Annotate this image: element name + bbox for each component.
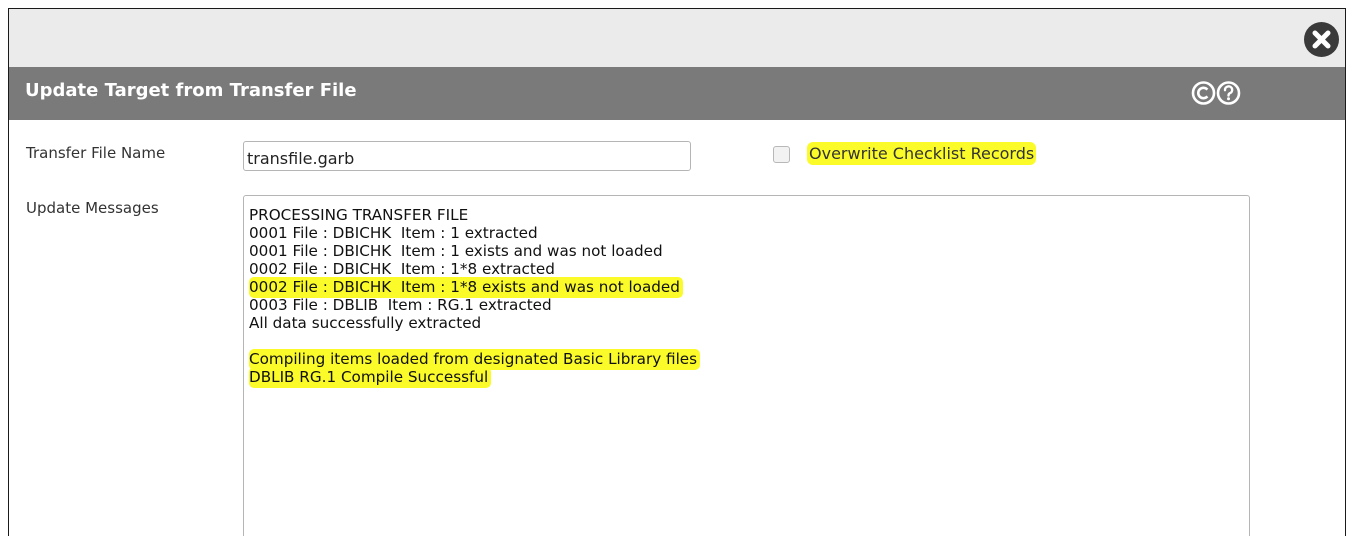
message-line-text: 0002 File : DBICHK Item : 1*8 extracted	[249, 260, 555, 278]
copyright-icon[interactable]	[1191, 80, 1216, 106]
transfer-file-name-label: Transfer File Name	[26, 144, 166, 162]
close-icon[interactable]	[1304, 22, 1339, 57]
message-line: 0001 File : DBICHK Item : 1 extracted	[249, 224, 1249, 242]
message-line: 0002 File : DBICHK Item : 1*8 extracted	[249, 260, 1249, 278]
message-line: PROCESSING TRANSFER FILE	[249, 206, 1249, 224]
message-line: 0002 File : DBICHK Item : 1*8 exists and…	[249, 277, 1249, 298]
message-line: All data successfully extracted	[249, 314, 1249, 332]
message-line-text: 0001 File : DBICHK Item : 1 exists and w…	[249, 242, 663, 260]
overwrite-checklist-checkbox[interactable]	[773, 146, 790, 163]
update-messages-label: Update Messages	[26, 199, 159, 217]
message-line: Compiling items loaded from designated B…	[249, 349, 1249, 370]
dialog-top-bar	[9, 9, 1345, 67]
message-line-text: PROCESSING TRANSFER FILE	[249, 206, 469, 224]
update-target-dialog: Update Target from Transfer File Transfe…	[8, 8, 1346, 536]
message-line-text: All data successfully extracted	[249, 314, 482, 332]
message-line: 0001 File : DBICHK Item : 1 exists and w…	[249, 242, 1249, 260]
dialog-title-bar: Update Target from Transfer File	[9, 67, 1345, 120]
overwrite-checklist-label[interactable]: Overwrite Checklist Records	[807, 142, 1037, 165]
message-line-text: 0003 File : DBLIB Item : RG.1 extracted	[249, 296, 552, 314]
message-line: 0003 File : DBLIB Item : RG.1 extracted	[249, 296, 1249, 314]
overwrite-checklist-label-text: Overwrite Checklist Records	[807, 142, 1037, 165]
transfer-file-name-input[interactable]	[243, 141, 691, 171]
message-line-text: DBLIB RG.1 Compile Successful	[249, 367, 492, 388]
message-line: DBLIB RG.1 Compile Successful	[249, 367, 1249, 388]
title-icons	[1191, 80, 1241, 106]
update-messages-textarea[interactable]: PROCESSING TRANSFER FILE 0001 File : DBIC…	[243, 195, 1250, 536]
help-icon[interactable]	[1216, 80, 1241, 106]
message-line	[249, 332, 1249, 350]
message-line-text: 0001 File : DBICHK Item : 1 extracted	[249, 224, 538, 242]
dialog-title: Update Target from Transfer File	[25, 80, 357, 101]
message-line-text: 0002 File : DBICHK Item : 1*8 exists and…	[249, 277, 683, 298]
